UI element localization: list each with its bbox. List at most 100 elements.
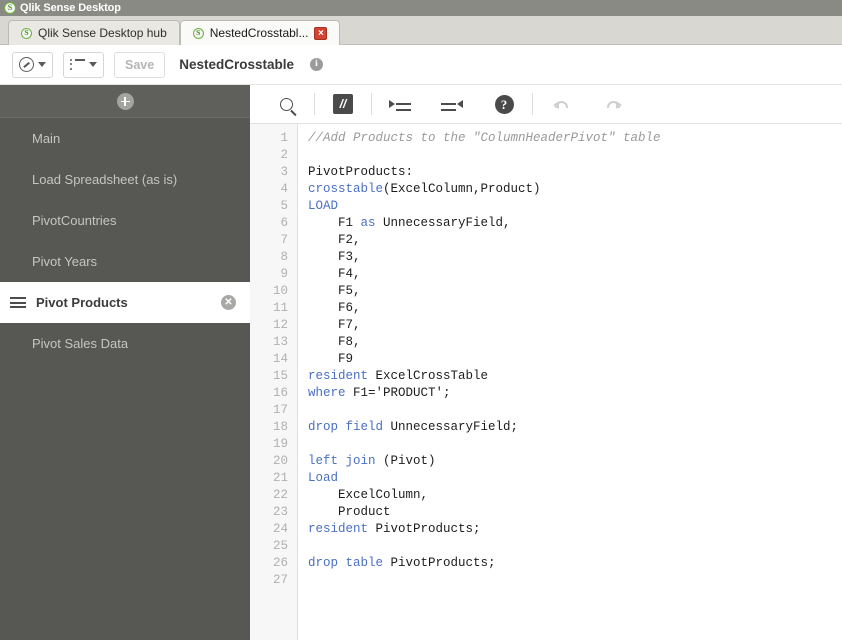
code-text-area[interactable]: //Add Products to the "ColumnHeaderPivot… xyxy=(298,124,842,640)
line-number: 25 xyxy=(272,539,288,553)
code-line: F8, xyxy=(308,334,842,351)
code-keyword: Load xyxy=(308,471,339,485)
code-text: F5, xyxy=(308,284,361,298)
code-pane[interactable]: 1 2 3 4 5 6 7 8 9 10 11 12 13 14 15 16 17 18 19 20 21 22 23 24 2… xyxy=(250,124,842,640)
indent-right-button[interactable] xyxy=(374,87,426,121)
editor-toolbar: // ? xyxy=(250,85,842,124)
qlik-logo-icon: S xyxy=(192,27,204,39)
comment-button[interactable]: // xyxy=(317,87,369,121)
code-line: F5, xyxy=(308,283,842,300)
sidebar-item-pivot-products[interactable]: Pivot Products ✕ xyxy=(0,282,250,323)
code-text: F3, xyxy=(308,250,361,264)
code-keyword: LOAD xyxy=(308,199,339,213)
code-keyword: left join xyxy=(308,454,376,468)
code-line: Product xyxy=(308,504,842,521)
code-line: left join (Pivot) xyxy=(308,453,842,470)
code-line: F4, xyxy=(308,266,842,283)
tab-nested-crosstable[interactable]: S NestedCrosstabl... × xyxy=(179,20,341,45)
sidebar-item-main[interactable]: Main xyxy=(0,118,250,159)
code-line: drop field UnnecessaryField; xyxy=(308,419,842,436)
line-number: 5 xyxy=(280,199,288,213)
script-editor: // ? 1 2 3 4 5 6 7 8 9 10 11 12 13 14 15… xyxy=(250,85,842,640)
code-line: where F1='PRODUCT'; xyxy=(308,385,842,402)
navigation-dropdown[interactable] xyxy=(12,51,53,78)
sidebar-item-label: Pivot Sales Data xyxy=(32,336,129,351)
tab-hub[interactable]: S Qlik Sense Desktop hub xyxy=(8,20,180,45)
tab-strip: S Qlik Sense Desktop hub S NestedCrossta… xyxy=(0,16,842,45)
code-text: F7, xyxy=(308,318,361,332)
line-number: 7 xyxy=(280,233,288,247)
code-line: F6, xyxy=(308,300,842,317)
info-icon[interactable]: i xyxy=(310,58,323,71)
window-title: Qlik Sense Desktop xyxy=(20,2,121,14)
line-number: 21 xyxy=(272,471,288,485)
save-button[interactable]: Save xyxy=(114,51,166,78)
indent-left-icon xyxy=(441,97,463,111)
line-number: 17 xyxy=(272,403,288,417)
code-text: F8, xyxy=(308,335,361,349)
comment-icon: // xyxy=(333,94,353,114)
code-text: F1 xyxy=(308,216,361,230)
sidebar-item-pivot-sales-data[interactable]: Pivot Sales Data xyxy=(0,323,250,364)
add-section-button[interactable] xyxy=(0,85,250,118)
drag-handle-icon[interactable] xyxy=(10,297,26,308)
code-line: ExcelColumn, xyxy=(308,487,842,504)
line-number: 19 xyxy=(272,437,288,451)
code-line: F3, xyxy=(308,249,842,266)
toolbar-divider xyxy=(314,93,315,115)
close-icon[interactable]: × xyxy=(314,26,328,40)
line-number: 27 xyxy=(272,573,288,587)
code-comment: //Add Products to the "ColumnHeaderPivot… xyxy=(308,131,661,145)
search-button[interactable] xyxy=(260,87,312,121)
toolbar-divider xyxy=(371,93,372,115)
line-number: 2 xyxy=(280,148,288,162)
plus-circle-icon xyxy=(116,92,134,110)
qlik-sense-desktop-window: S Qlik Sense Desktop S Qlik Sense Deskto… xyxy=(0,0,842,640)
line-number: 15 xyxy=(272,369,288,383)
code-keyword: drop field xyxy=(308,420,384,434)
help-icon: ? xyxy=(494,94,514,114)
chevron-down-icon xyxy=(89,62,97,67)
undo-icon xyxy=(552,97,570,111)
search-icon xyxy=(279,97,293,111)
line-number: 14 xyxy=(272,352,288,366)
indent-left-button[interactable] xyxy=(426,87,478,121)
code-text: (ExcelColumn,Product) xyxy=(383,182,541,196)
line-number: 23 xyxy=(272,505,288,519)
line-number: 18 xyxy=(272,420,288,434)
sheet-list-dropdown[interactable] xyxy=(63,51,104,78)
line-number-gutter: 1 2 3 4 5 6 7 8 9 10 11 12 13 14 15 16 17 18 19 20 21 22 23 24 2… xyxy=(250,124,298,640)
code-line: F7, xyxy=(308,317,842,334)
line-number: 4 xyxy=(280,182,288,196)
undo-button[interactable] xyxy=(535,87,587,121)
script-sections-sidebar: Main Load Spreadsheet (as is) PivotCount… xyxy=(0,85,250,640)
compass-icon xyxy=(19,57,34,72)
sidebar-item-label: Pivot Years xyxy=(32,254,98,269)
line-number: 3 xyxy=(280,165,288,179)
line-number: 24 xyxy=(272,522,288,536)
indent-right-icon xyxy=(389,97,411,111)
code-text: UnnecessaryField, xyxy=(375,216,511,230)
help-button[interactable]: ? xyxy=(478,87,530,121)
line-number: 6 xyxy=(280,216,288,230)
code-line: LOAD xyxy=(308,198,842,215)
code-text: F1='PRODUCT'; xyxy=(345,386,451,400)
code-text: UnnecessaryField; xyxy=(383,420,519,434)
line-number: 9 xyxy=(280,267,288,281)
sidebar-item-pivot-years[interactable]: Pivot Years xyxy=(0,241,250,282)
delete-circle-icon[interactable]: ✕ xyxy=(221,295,236,310)
code-line: resident ExcelCrossTable xyxy=(308,368,842,385)
sidebar-item-label: PivotCountries xyxy=(32,213,117,228)
sidebar-item-pivot-countries[interactable]: PivotCountries xyxy=(0,200,250,241)
page-title: NestedCrosstable xyxy=(179,57,294,72)
line-number: 20 xyxy=(272,454,288,468)
code-keyword: resident xyxy=(308,369,369,383)
sidebar-item-label: Load Spreadsheet (as is) xyxy=(32,172,178,187)
code-line: Load xyxy=(308,470,842,487)
sidebar-item-label: Main xyxy=(32,131,61,146)
chevron-down-icon xyxy=(38,62,46,67)
sidebar-item-load-spreadsheet[interactable]: Load Spreadsheet (as is) xyxy=(0,159,250,200)
redo-button[interactable] xyxy=(587,87,639,121)
